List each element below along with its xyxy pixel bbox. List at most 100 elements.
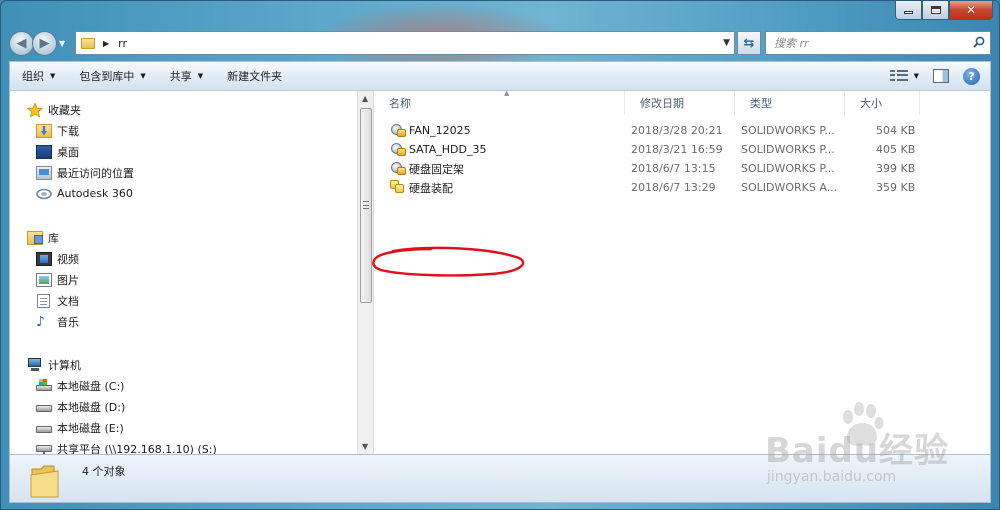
maximize-icon — [930, 6, 941, 14]
chevron-down-icon: ▼ — [197, 72, 204, 80]
nav-item-pictures[interactable]: 图片 — [10, 269, 350, 290]
forward-button[interactable]: ▶ — [32, 30, 57, 56]
breadcrumb-segment[interactable]: rr — [118, 37, 127, 50]
nav-computer-label: 计算机 — [48, 358, 81, 372]
address-bar[interactable]: ▶ rr ▼ — [75, 31, 735, 55]
file-name: FAN_12025 — [409, 124, 471, 137]
system-drive-icon — [36, 378, 52, 393]
file-row[interactable]: SATA_HDD_35 2018/3/21 16:59 SOLIDWORKS P… — [374, 140, 934, 159]
search-icon[interactable] — [973, 36, 985, 48]
nav-item-label: 本地磁盘 (C:) — [57, 379, 125, 393]
nav-item-label: 本地磁盘 (D:) — [57, 400, 126, 414]
column-header-name[interactable]: 名称 ▲ — [374, 89, 625, 115]
computer-icon — [27, 357, 43, 372]
item-count: 4 个对象 — [82, 465, 126, 478]
nav-item-desktop[interactable]: 桌面 — [10, 141, 350, 162]
scroll-down-icon[interactable]: ▼ — [362, 442, 368, 451]
minimize-button[interactable] — [895, 1, 922, 20]
libraries-group: 库 视频 图片 文档 ♪ 音乐 — [10, 227, 350, 332]
folder-icon — [81, 37, 95, 49]
recent-pages-dropdown[interactable]: ▼ — [59, 39, 71, 48]
column-header-modified-label: 修改日期 — [640, 97, 684, 110]
file-type: SOLIDWORKS A... — [741, 181, 838, 194]
nav-item-drive-d[interactable]: 本地磁盘 (D:) — [10, 396, 350, 417]
share-menu[interactable]: 共享 ▼ — [158, 62, 215, 90]
nav-libraries-label: 库 — [48, 231, 59, 245]
change-view-button[interactable]: ▼ — [889, 70, 919, 82]
explorer-window: ✕ ◀ ▶ ▼ ▶ rr ▼ ⇆ 搜索 rr 组织 ▼ 包含到库中 ▼ 共享 ▼ 新建… — [0, 0, 1000, 510]
new-folder-button[interactable]: 新建文件夹 — [215, 62, 294, 90]
column-header-name-label: 名称 — [389, 97, 411, 110]
network-drive-icon — [36, 442, 52, 454]
nav-item-recent-places[interactable]: 最近访问的位置 — [10, 162, 350, 183]
back-button[interactable]: ◀ — [9, 30, 34, 56]
nav-libraries-header[interactable]: 库 — [10, 227, 350, 248]
organize-menu[interactable]: 组织 ▼ — [10, 62, 67, 90]
minimize-icon — [904, 11, 913, 14]
nav-item-autodesk-360[interactable]: Autodesk 360 — [10, 183, 350, 204]
nav-item-video[interactable]: 视频 — [10, 248, 350, 269]
refresh-button[interactable]: ⇆ — [737, 31, 761, 55]
nav-item-drive-c[interactable]: 本地磁盘 (C:) — [10, 375, 350, 396]
file-row[interactable]: 硬盘固定架 2018/6/7 13:15 SOLIDWORKS P... 399… — [374, 159, 934, 178]
column-header-size[interactable]: 大小 — [845, 91, 920, 115]
file-row[interactable]: FAN_12025 2018/3/28 20:21 SOLIDWORKS P..… — [374, 121, 934, 140]
pictures-icon — [36, 272, 52, 287]
scroll-up-icon[interactable]: ▲ — [362, 94, 368, 103]
include-in-library-menu[interactable]: 包含到库中 ▼ — [67, 62, 157, 90]
desktop-icon — [36, 144, 52, 159]
include-in-library-label: 包含到库中 — [79, 70, 135, 83]
file-name: SATA_HDD_35 — [409, 143, 487, 156]
nav-item-documents[interactable]: 文档 — [10, 290, 350, 311]
navigation-row: ◀ ▶ ▼ ▶ rr ▼ ⇆ 搜索 rr — [9, 28, 991, 58]
file-size: 399 KB — [876, 162, 916, 175]
nav-item-label: 共享平台 (\\192.168.1.10) (S:) — [57, 442, 217, 455]
help-icon[interactable]: ? — [963, 67, 980, 85]
solidworks-assembly-icon — [390, 180, 406, 195]
column-header-modified[interactable]: 修改日期 — [625, 91, 735, 115]
search-input[interactable]: 搜索 rr — [774, 35, 809, 51]
autodesk-360-icon — [36, 188, 52, 199]
drive-icon — [36, 400, 52, 414]
file-row[interactable]: 硬盘装配 2018/6/7 13:29 SOLIDWORKS A... 359 … — [374, 178, 934, 197]
file-type: SOLIDWORKS P... — [741, 124, 835, 137]
file-name: 硬盘固定架 — [409, 162, 464, 176]
column-header-size-label: 大小 — [860, 97, 882, 110]
folder-icon — [30, 465, 59, 498]
file-size: 359 KB — [876, 181, 916, 194]
scrollbar-thumb[interactable] — [360, 108, 372, 303]
nav-item-label: 音乐 — [57, 315, 79, 329]
nav-item-label: 文档 — [57, 294, 79, 308]
maximize-button[interactable] — [922, 1, 949, 20]
back-arrow-icon: ◀ — [16, 35, 27, 51]
nav-item-label: 视频 — [57, 252, 79, 266]
address-dropdown-icon[interactable]: ▼ — [723, 38, 730, 48]
breadcrumb-separator-icon[interactable]: ▶ — [103, 39, 109, 48]
refresh-icon: ⇆ — [743, 35, 755, 51]
video-icon — [36, 251, 52, 266]
file-size: 405 KB — [876, 143, 916, 156]
nav-favorites-header[interactable]: 收藏夹 — [10, 99, 350, 120]
preview-pane-icon[interactable] — [933, 69, 949, 83]
details-pane: 4 个对象 — [9, 454, 991, 503]
chevron-down-icon: ▼ — [59, 38, 66, 48]
file-modified: 2018/3/21 16:59 — [631, 143, 723, 156]
nav-item-label: Autodesk 360 — [57, 187, 133, 200]
close-icon: ✕ — [965, 3, 977, 17]
nav-item-drive-e[interactable]: 本地磁盘 (E:) — [10, 417, 350, 438]
nav-computer-header[interactable]: 计算机 — [10, 354, 350, 375]
close-button[interactable]: ✕ — [949, 1, 993, 20]
window-caption-buttons: ✕ — [895, 1, 993, 20]
file-modified: 2018/3/28 20:21 — [631, 124, 723, 137]
nav-item-downloads[interactable]: 下载 — [10, 120, 350, 141]
nav-item-music[interactable]: ♪ 音乐 — [10, 311, 350, 332]
nav-item-network-drive-s[interactable]: 共享平台 (\\192.168.1.10) (S:) — [10, 438, 350, 454]
solidworks-part-icon — [390, 142, 406, 157]
file-modified: 2018/6/7 13:29 — [631, 181, 716, 194]
nav-pane-scrollbar[interactable]: ▲ ▼ — [357, 91, 374, 454]
column-header-type[interactable]: 类型 — [735, 91, 845, 115]
search-box[interactable]: 搜索 rr — [765, 31, 991, 55]
file-type: SOLIDWORKS P... — [741, 143, 835, 156]
solidworks-part-icon — [390, 161, 406, 176]
share-label: 共享 — [169, 70, 192, 83]
